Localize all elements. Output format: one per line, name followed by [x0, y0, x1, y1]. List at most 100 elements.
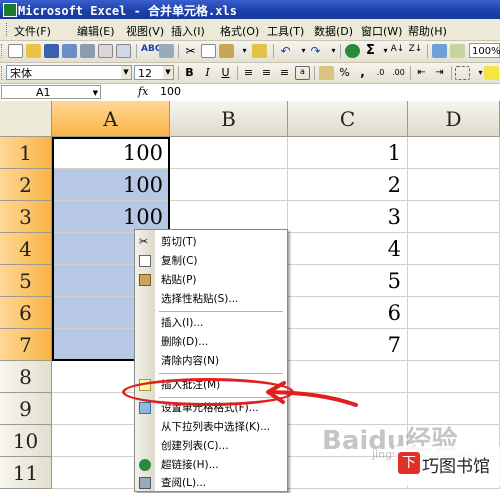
hyperlink-toolbar-icon[interactable] — [345, 44, 360, 58]
row-header[interactable]: 1 — [0, 137, 52, 169]
menu-item-clear-contents[interactable]: 清除内容(N) — [135, 352, 287, 371]
drawing-icon[interactable] — [450, 44, 465, 58]
comma-style-button[interactable]: , — [355, 66, 370, 80]
cell-c2[interactable]: 2 — [288, 169, 408, 201]
cell-d3[interactable] — [408, 201, 500, 233]
increase-decimal-icon[interactable]: .0 — [373, 66, 388, 80]
new-icon[interactable] — [8, 44, 23, 58]
chevron-down-icon[interactable]: ▼ — [93, 86, 98, 100]
font-size-combo[interactable]: 12 ▼ — [134, 65, 174, 80]
align-left-icon[interactable]: ≡ — [241, 66, 256, 80]
paste-toolbar-icon[interactable] — [219, 44, 234, 58]
save-icon[interactable] — [44, 44, 59, 58]
menu-item-cut[interactable]: ✂ 剪切(T) — [135, 233, 287, 252]
cell-c3[interactable]: 3 — [288, 201, 408, 233]
open-icon[interactable] — [26, 44, 41, 58]
menu-item-insert[interactable]: 插入(I)... — [135, 314, 287, 333]
menu-insert[interactable]: 插入(I) — [171, 23, 205, 39]
column-header-c[interactable]: C — [288, 101, 408, 137]
menu-file[interactable]: 文件(F) — [14, 23, 51, 39]
row-header[interactable]: 3 — [0, 201, 52, 233]
row-header[interactable]: 10 — [0, 425, 52, 457]
underline-button[interactable]: U — [218, 66, 233, 80]
menu-format[interactable]: 格式(O) — [220, 23, 259, 39]
copy-toolbar-icon[interactable] — [201, 44, 216, 58]
row-header[interactable]: 7 — [0, 329, 52, 361]
print-preview-icon[interactable] — [116, 44, 131, 58]
redo-icon[interactable]: ↷ — [308, 44, 323, 58]
cell-d5[interactable] — [408, 265, 500, 297]
cell-c6[interactable]: 6 — [288, 297, 408, 329]
align-right-icon[interactable]: ≡ — [277, 66, 292, 80]
cell-b2[interactable] — [170, 169, 288, 201]
menu-item-delete[interactable]: 删除(D)... — [135, 333, 287, 352]
row-header[interactable]: 4 — [0, 233, 52, 265]
menu-item-paste-special[interactable]: 选择性粘贴(S)... — [135, 290, 287, 309]
row-header[interactable]: 6 — [0, 297, 52, 329]
decrease-decimal-icon[interactable]: .00 — [391, 66, 406, 80]
chevron-down-icon[interactable]: ▼ — [163, 66, 173, 79]
insert-function-icon[interactable]: fx — [138, 85, 148, 98]
fill-color-icon[interactable] — [484, 66, 499, 80]
cell-c11[interactable] — [288, 457, 408, 489]
cut-icon[interactable]: ✂ — [183, 44, 198, 58]
cell-c7[interactable]: 7 — [288, 329, 408, 361]
row-header[interactable]: 5 — [0, 265, 52, 297]
name-box[interactable]: A1 ▼ — [1, 85, 101, 99]
research-toolbar-icon[interactable] — [159, 44, 174, 58]
cell-d1[interactable] — [408, 137, 500, 169]
email-icon[interactable] — [80, 44, 95, 58]
row-header[interactable]: 9 — [0, 393, 52, 425]
paste-dropdown-icon[interactable]: ▾ — [237, 44, 252, 58]
increase-indent-icon[interactable]: ⇥ — [432, 66, 447, 80]
cell-c8[interactable] — [288, 361, 408, 393]
bold-button[interactable]: B — [182, 66, 197, 80]
italic-button[interactable]: I — [200, 66, 215, 80]
menu-item-pick-from-list[interactable]: 从下拉列表中选择(K)... — [135, 418, 287, 437]
cell-d2[interactable] — [408, 169, 500, 201]
menu-edit[interactable]: 编辑(E) — [77, 23, 115, 39]
menu-item-research[interactable]: 查阅(L)... — [135, 474, 287, 493]
decrease-indent-icon[interactable]: ⇤ — [414, 66, 429, 80]
menu-tools[interactable]: 工具(T) — [267, 23, 304, 39]
cell-d6[interactable] — [408, 297, 500, 329]
autosum-icon[interactable]: Σ — [363, 44, 378, 58]
row-header[interactable]: 8 — [0, 361, 52, 393]
sort-ascending-icon[interactable]: A↓ — [390, 44, 405, 58]
cell-d4[interactable] — [408, 233, 500, 265]
redo-dropdown-icon[interactable]: ▾ — [326, 44, 341, 58]
menu-view[interactable]: 视图(V) — [126, 23, 164, 39]
menu-window[interactable]: 窗口(W) — [361, 23, 402, 39]
menu-grip[interactable] — [6, 23, 11, 36]
print-icon[interactable] — [98, 44, 113, 58]
row-header[interactable]: 2 — [0, 169, 52, 201]
permission-icon[interactable] — [62, 44, 77, 58]
undo-icon[interactable]: ↶ — [278, 44, 293, 58]
font-name-combo[interactable]: 宋体 ▼ — [6, 65, 132, 80]
column-header-a[interactable]: A — [52, 101, 170, 137]
menu-help[interactable]: 帮助(H) — [408, 23, 447, 39]
cell-c4[interactable]: 4 — [288, 233, 408, 265]
sort-descending-icon[interactable]: Z↓ — [408, 44, 423, 58]
cell-a1[interactable]: 100 — [52, 137, 170, 169]
cell-d7[interactable] — [408, 329, 500, 361]
cell-b1[interactable] — [170, 137, 288, 169]
percent-button[interactable]: % — [337, 66, 352, 80]
cell-d8[interactable] — [408, 361, 500, 393]
cell-c5[interactable]: 5 — [288, 265, 408, 297]
align-center-icon[interactable]: ≡ — [259, 66, 274, 80]
borders-icon[interactable] — [455, 66, 470, 80]
menu-item-hyperlink[interactable]: 超链接(H)... — [135, 456, 287, 475]
merge-center-icon[interactable]: a — [295, 66, 310, 80]
cell-c1[interactable]: 1 — [288, 137, 408, 169]
currency-icon[interactable] — [319, 66, 334, 80]
menu-data[interactable]: 数据(D) — [314, 23, 353, 39]
format-painter-icon[interactable] — [252, 44, 267, 58]
menu-item-create-list[interactable]: 创建列表(C)... — [135, 437, 287, 456]
menu-item-copy[interactable]: 复制(C) — [135, 252, 287, 271]
column-header-d[interactable]: D — [408, 101, 500, 137]
chevron-down-icon[interactable]: ▼ — [121, 66, 131, 79]
zoom-combo[interactable]: 100% — [469, 43, 500, 58]
row-header[interactable]: 11 — [0, 457, 52, 489]
spelling-icon[interactable]: ABC — [141, 44, 161, 58]
